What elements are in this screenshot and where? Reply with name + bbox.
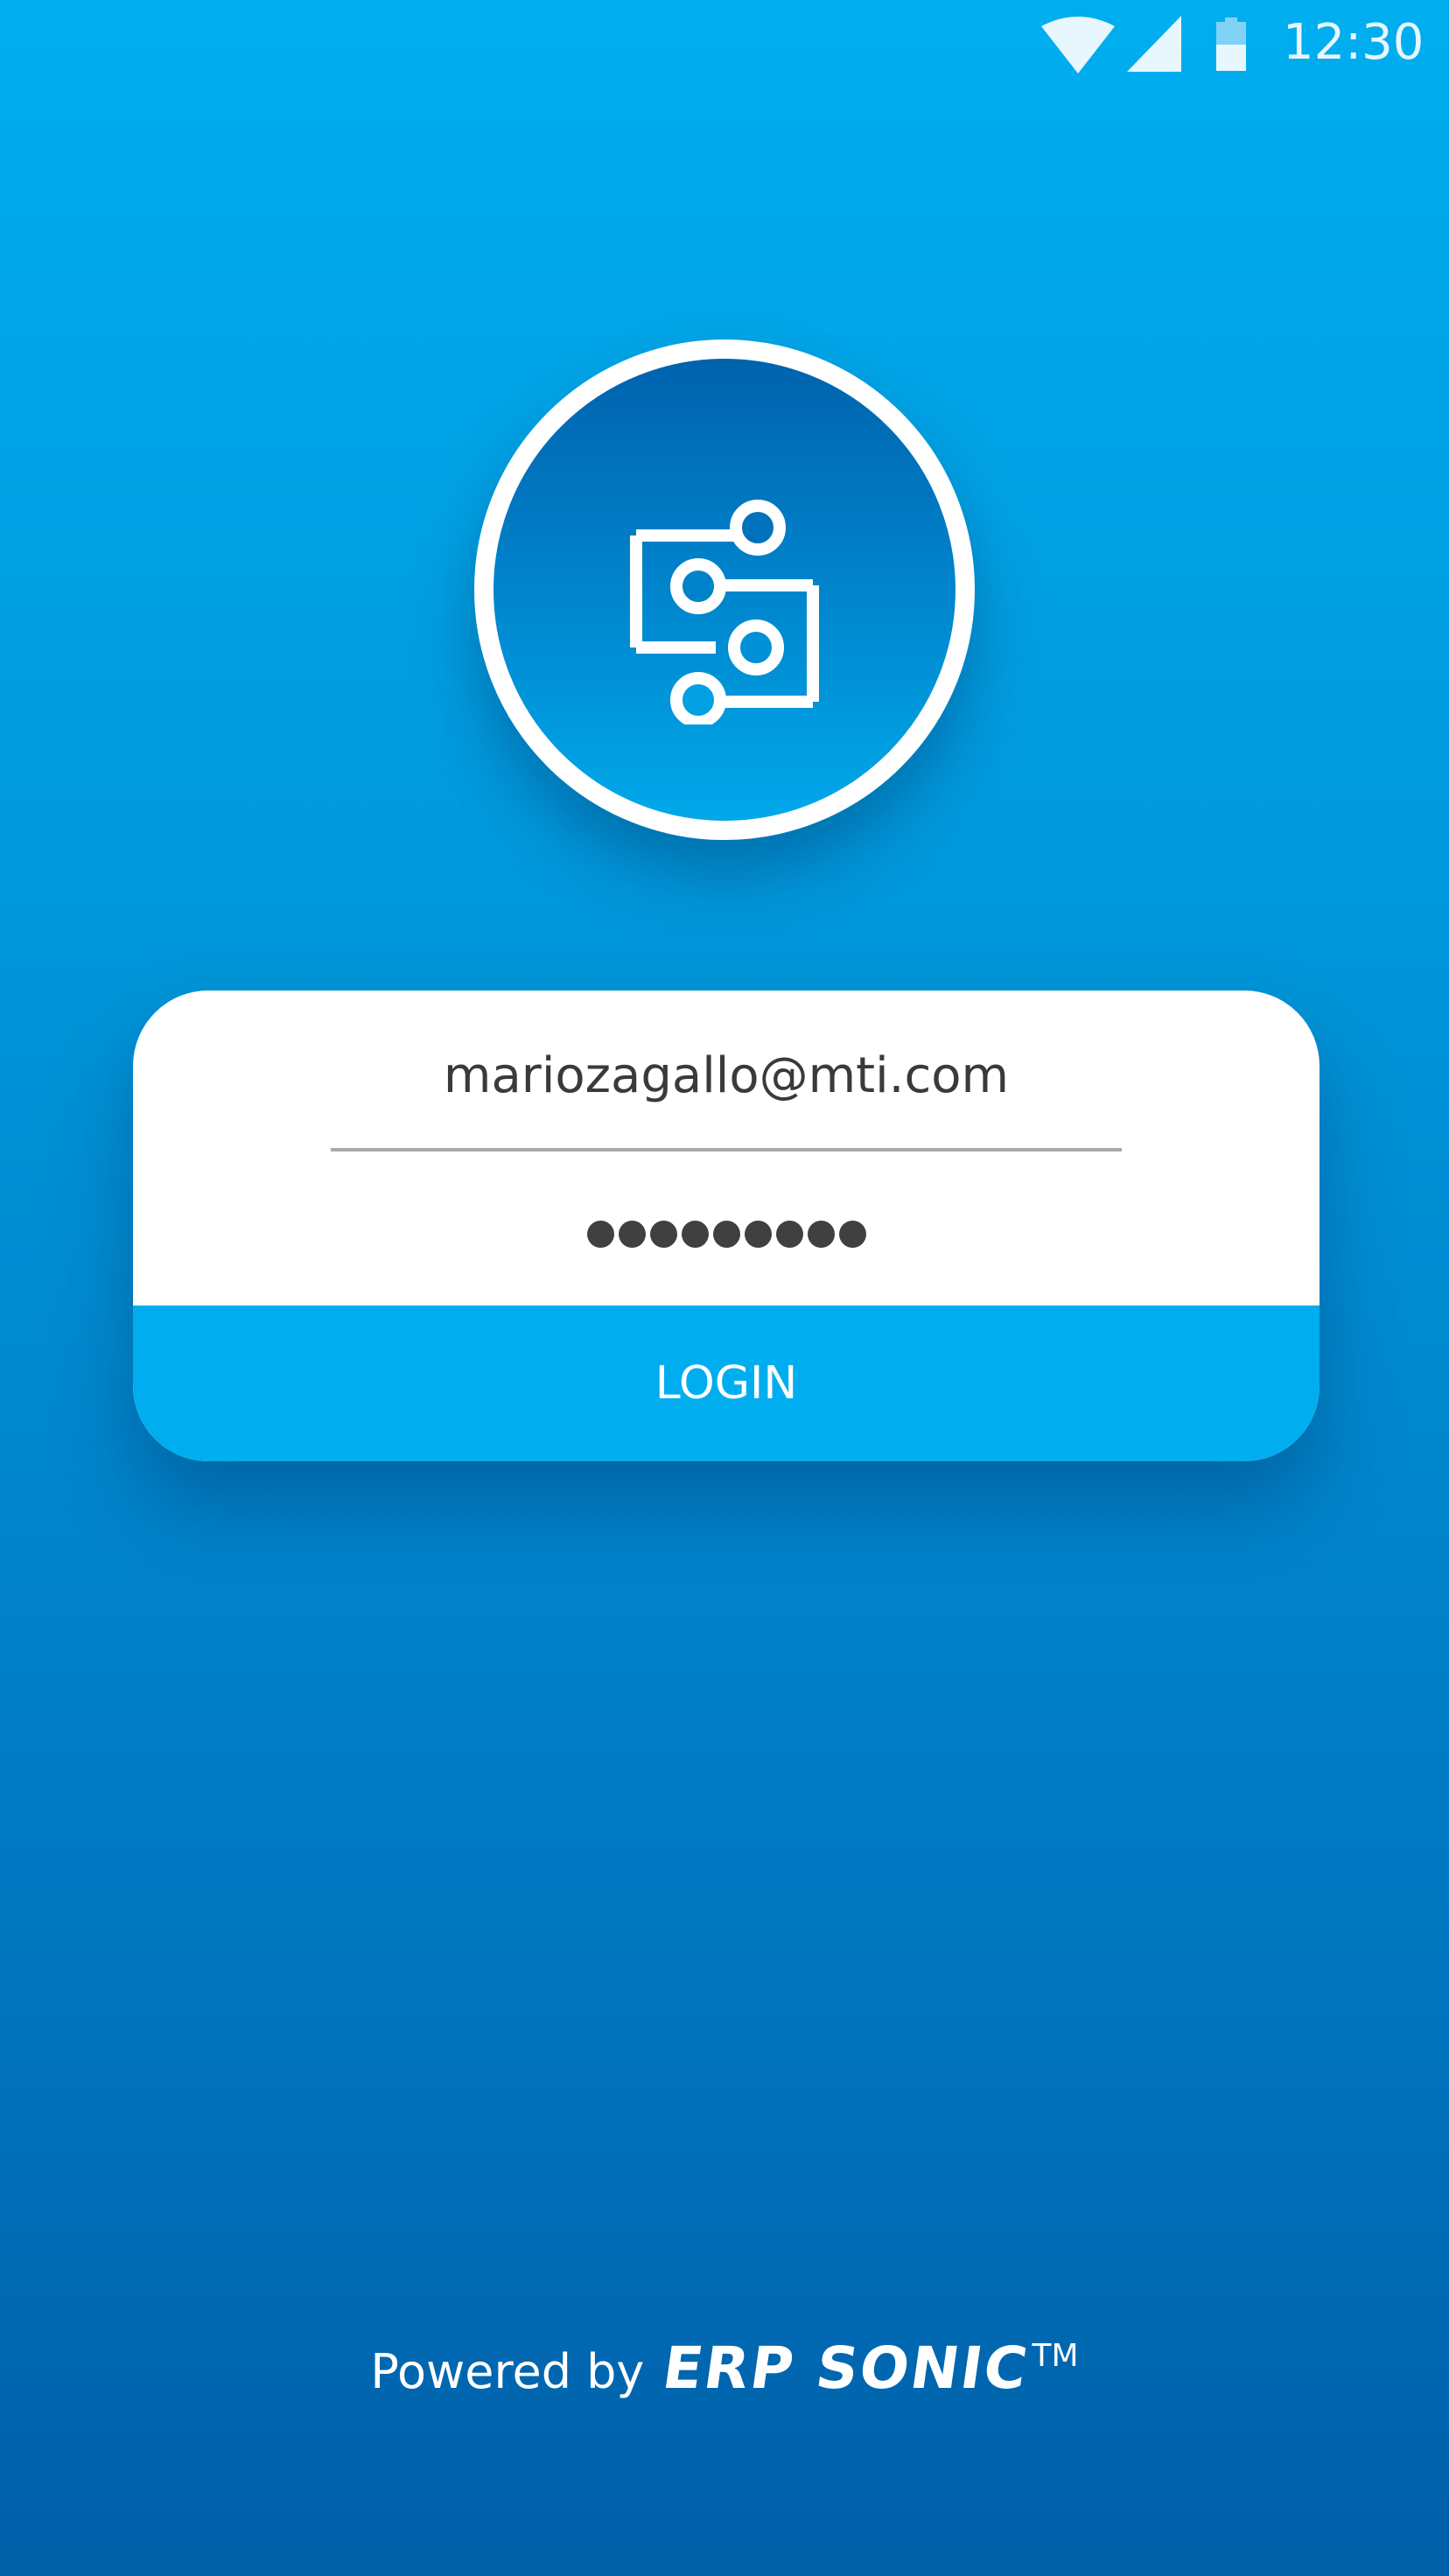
status-clock: 12:30	[1283, 14, 1424, 71]
login-screen: 12:30 mariozagallo@mti.com ●●●●●●●●●	[0, 0, 1449, 2576]
battery-icon	[1216, 18, 1246, 71]
password-dot	[775, 1220, 803, 1248]
password-dot	[618, 1220, 646, 1248]
cellular-signal-icon	[1127, 16, 1181, 72]
password-dot	[744, 1220, 772, 1248]
powered-by-footer: Powered by ERP SONIC TM	[0, 2334, 1449, 2440]
app-logo	[474, 340, 975, 840]
email-field[interactable]: mariozagallo@mti.com	[133, 1034, 1320, 1118]
password-field[interactable]: ●●●●●●●●●	[133, 1199, 1320, 1269]
password-dot	[838, 1220, 866, 1248]
login-button[interactable]: LOGIN	[133, 1306, 1320, 1461]
powered-by-text: Powered by	[370, 2344, 645, 2399]
trademark-mark: TM	[1032, 2338, 1079, 2374]
status-bar: 12:30	[0, 0, 1449, 88]
password-dot	[712, 1220, 740, 1248]
brand-logo-text: ERP SONIC	[658, 2334, 1033, 2402]
password-dot	[586, 1220, 614, 1248]
password-dot	[807, 1220, 835, 1248]
password-dot	[649, 1220, 677, 1248]
login-card: mariozagallo@mti.com ●●●●●●●●● LOGIN	[133, 990, 1320, 1461]
field-divider	[331, 1148, 1122, 1152]
password-dot	[681, 1220, 709, 1248]
wifi-icon	[1041, 17, 1115, 74]
network-nodes-icon	[630, 500, 819, 724]
